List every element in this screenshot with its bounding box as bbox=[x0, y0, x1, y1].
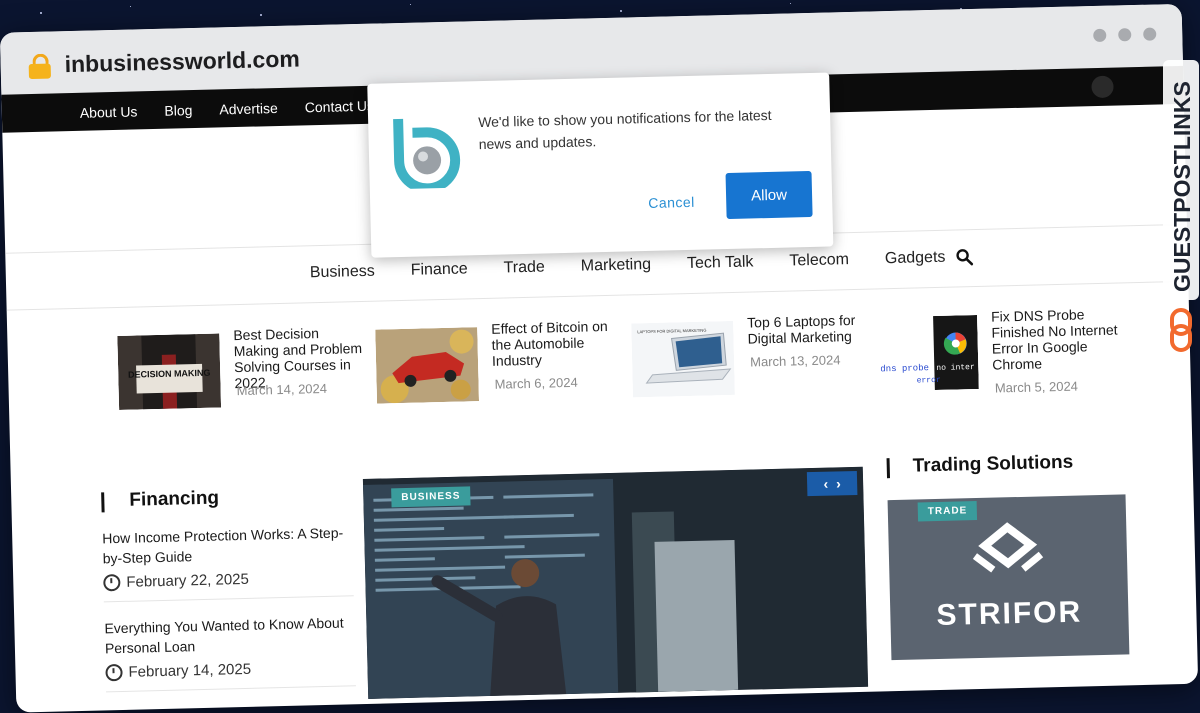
clock-icon bbox=[105, 663, 123, 682]
post-card[interactable]: Effect of Bitcoin on the Automobile Indu… bbox=[375, 318, 627, 414]
notification-prompt: We'd like to show you notifications for … bbox=[367, 72, 834, 258]
thumb-text: error bbox=[917, 376, 941, 386]
topbar-circle-icon[interactable] bbox=[1091, 75, 1114, 99]
post-thumbnail[interactable]: LAPTOPS FOR DIGITAL MARKETING bbox=[631, 320, 735, 398]
post-card[interactable]: LAPTOPS FOR DIGITAL MARKETING Top 6 Lapt… bbox=[631, 311, 883, 407]
hero-slider[interactable]: BUSINESS ‹ › bbox=[362, 466, 869, 699]
topbar-link-advertise[interactable]: Advertise bbox=[219, 100, 278, 117]
search-icon[interactable] bbox=[955, 248, 974, 266]
slider-arrows[interactable]: ‹ › bbox=[806, 470, 858, 497]
nav-item-telecom[interactable]: Telecom bbox=[789, 251, 849, 270]
notification-message: We'd like to show you notifications for … bbox=[478, 106, 772, 153]
topbar-link-about[interactable]: About Us bbox=[80, 103, 138, 120]
post-date: March 5, 2024 bbox=[994, 378, 1079, 396]
trading-solutions-section: Trading Solutions STRIFOR TRADE bbox=[886, 450, 1136, 661]
nav-item-tech-talk[interactable]: Tech Talk bbox=[687, 253, 754, 273]
thumb-text: DECISION MAKING bbox=[128, 368, 211, 380]
topbar-link-blog[interactable]: Blog bbox=[164, 102, 192, 119]
site-logo-icon bbox=[393, 118, 461, 190]
post-date: March 6, 2024 bbox=[494, 374, 578, 392]
article-title[interactable]: How Income Protection Works: A Step-by-S… bbox=[102, 522, 353, 568]
cancel-button[interactable]: Cancel bbox=[640, 184, 703, 222]
link-icon bbox=[1170, 308, 1192, 352]
browser-window: inbusinessworld.com About Us Blog Advert… bbox=[0, 3, 1199, 713]
watermark-text: GUESTPOSTLINKS bbox=[1169, 81, 1195, 292]
chevron-right-icon[interactable]: › bbox=[836, 475, 841, 491]
guestpostlinks-watermark: GUESTPOSTLINKS bbox=[1163, 60, 1199, 352]
post-card[interactable]: DECISION MAKING Best Decision Making and… bbox=[117, 324, 369, 420]
nav-item-marketing[interactable]: Marketing bbox=[581, 256, 652, 276]
post-title[interactable]: Top 6 Laptops for Digital Marketing bbox=[747, 311, 878, 347]
brand-name: STRIFOR bbox=[936, 595, 1083, 633]
post-thumbnail[interactable]: DECISION MAKING bbox=[117, 333, 222, 410]
thumb-text: dns probe bbox=[880, 363, 929, 374]
post-date: March 13, 2024 bbox=[749, 352, 841, 370]
article-date-text: February 22, 2025 bbox=[126, 570, 250, 591]
section-heading: Financing bbox=[101, 484, 351, 512]
section-heading: Trading Solutions bbox=[886, 450, 1136, 478]
category-badge[interactable]: BUSINESS bbox=[391, 486, 471, 508]
post-thumbnail[interactable] bbox=[375, 327, 480, 404]
article-date: February 22, 2025 bbox=[103, 568, 353, 592]
window-controls bbox=[1093, 27, 1157, 43]
address-bar-url[interactable]: inbusinessworld.com bbox=[64, 45, 300, 78]
chevron-left-icon[interactable]: ‹ bbox=[823, 476, 828, 492]
thumb-text: no inter bbox=[936, 363, 975, 373]
list-item[interactable]: Everything You Wanted to Know About Pers… bbox=[104, 612, 356, 693]
article-title[interactable]: Everything You Wanted to Know About Pers… bbox=[104, 612, 355, 658]
article-date-text: February 14, 2025 bbox=[128, 660, 252, 681]
window-dot[interactable] bbox=[1093, 28, 1107, 43]
post-card[interactable]: dns probe no inter error Fix DNS Probe F… bbox=[875, 305, 1127, 401]
clock-icon bbox=[103, 573, 121, 592]
post-thumbnail[interactable]: dns probe no inter error bbox=[875, 314, 979, 392]
window-dot[interactable] bbox=[1118, 28, 1132, 42]
list-item[interactable]: How Income Protection Works: A Step-by-S… bbox=[102, 522, 354, 603]
nav-item-finance[interactable]: Finance bbox=[411, 260, 468, 279]
post-title[interactable]: Fix DNS Probe Finished No Internet Error… bbox=[991, 305, 1123, 372]
recent-posts-strip: DECISION MAKING Best Decision Making and… bbox=[117, 306, 1118, 420]
nav-item-trade[interactable]: Trade bbox=[503, 259, 545, 278]
category-badge[interactable]: TRADE bbox=[917, 501, 978, 522]
allow-button[interactable]: Allow bbox=[725, 170, 813, 220]
lock-icon bbox=[28, 53, 52, 80]
nav-item-gadgets[interactable]: Gadgets bbox=[885, 249, 946, 268]
window-dot[interactable] bbox=[1143, 27, 1157, 41]
topbar-link-contact[interactable]: Contact Us bbox=[305, 98, 375, 116]
post-title[interactable]: Effect of Bitcoin on the Automobile Indu… bbox=[491, 318, 622, 369]
financing-section: Financing How Income Protection Works: A… bbox=[101, 484, 356, 693]
post-date: March 14, 2024 bbox=[236, 380, 328, 399]
nav-item-business[interactable]: Business bbox=[310, 263, 375, 283]
